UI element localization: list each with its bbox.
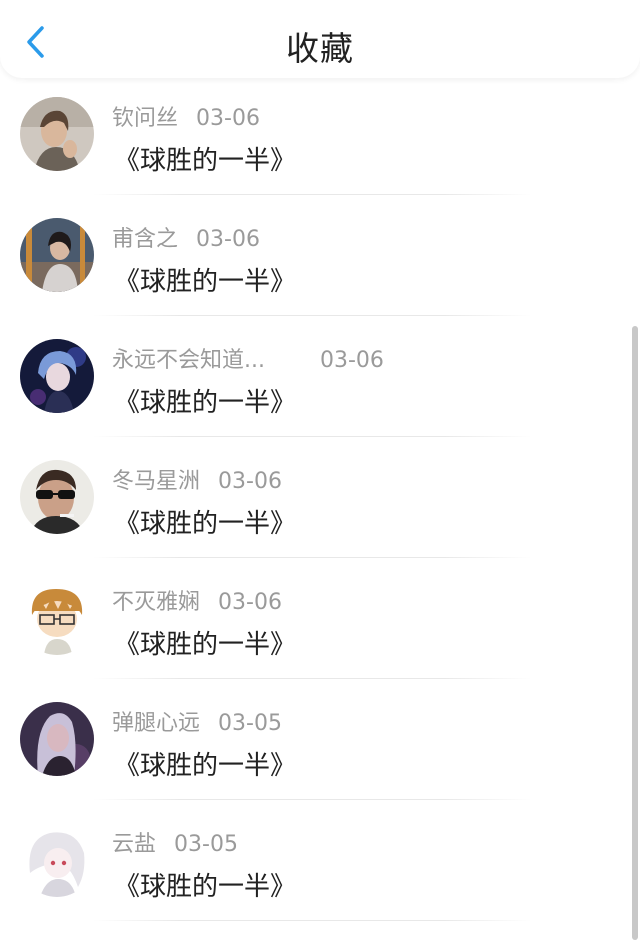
avatar[interactable] <box>20 218 94 292</box>
favorite-date: 03-06 <box>218 590 282 615</box>
user-name: 钦问丝 <box>112 106 179 131</box>
favorite-date: 03-05 <box>174 832 238 857</box>
work-title[interactable]: 《球胜的一半》 <box>114 866 296 903</box>
user-name: 云盐 <box>112 832 157 857</box>
work-title[interactable]: 《球胜的一半》 <box>114 382 296 419</box>
divider <box>92 799 532 800</box>
user-name: 弹腿心远 <box>112 711 201 736</box>
list-item[interactable]: 云盐 03-05 《球胜的一半》 <box>0 806 640 927</box>
divider <box>92 194 532 195</box>
list-item[interactable]: 冬马星洲 03-06 《球胜的一半》 <box>0 443 640 564</box>
favorite-date: 03-05 <box>218 711 282 736</box>
list-item[interactable]: 钦问丝 03-06 《球胜的一半》 <box>0 80 640 201</box>
list-item[interactable]: 甫含之 03-06 《球胜的一半》 <box>0 201 640 322</box>
scrollbar[interactable] <box>632 326 638 940</box>
user-name: 不灭雅娴 <box>112 590 201 615</box>
top-bar: 收藏 <box>0 0 640 78</box>
divider <box>92 436 532 437</box>
list-item[interactable]: 弹腿心远 03-05 《球胜的一半》 <box>0 685 640 806</box>
favorite-date: 03-06 <box>196 106 260 131</box>
divider <box>92 557 532 558</box>
avatar[interactable] <box>20 460 94 534</box>
favorite-date: 03-06 <box>218 469 282 494</box>
avatar[interactable] <box>20 702 94 776</box>
work-title[interactable]: 《球胜的一半》 <box>114 624 296 661</box>
work-title[interactable]: 《球胜的一半》 <box>114 261 296 298</box>
avatar[interactable] <box>20 339 94 413</box>
work-title[interactable]: 《球胜的一半》 <box>114 140 296 177</box>
favorite-date: 03-06 <box>196 227 260 252</box>
favorites-screen: 收藏 钦问丝 03-06 《球胜的一半》 甫含之 03-06 《球胜的一半》 永… <box>0 0 640 940</box>
favorite-date: 03-06 <box>320 348 384 373</box>
work-title[interactable]: 《球胜的一半》 <box>114 503 296 540</box>
list-item[interactable]: 不灭雅娴 03-06 《球胜的一半》 <box>0 564 640 685</box>
divider <box>92 678 532 679</box>
favorites-list: 钦问丝 03-06 《球胜的一半》 甫含之 03-06 《球胜的一半》 永远不会… <box>0 80 640 927</box>
divider <box>92 920 532 921</box>
avatar[interactable] <box>20 97 94 171</box>
list-item[interactable]: 永远不会知道... 03-06 《球胜的一半》 <box>0 322 640 443</box>
avatar[interactable] <box>20 581 94 655</box>
page-title: 收藏 <box>286 29 354 68</box>
user-name: 冬马星洲 <box>112 469 201 494</box>
divider <box>92 315 532 316</box>
work-title[interactable]: 《球胜的一半》 <box>114 745 296 782</box>
user-name: 甫含之 <box>112 227 179 252</box>
user-name: 永远不会知道... <box>112 348 265 373</box>
avatar[interactable] <box>20 823 94 897</box>
